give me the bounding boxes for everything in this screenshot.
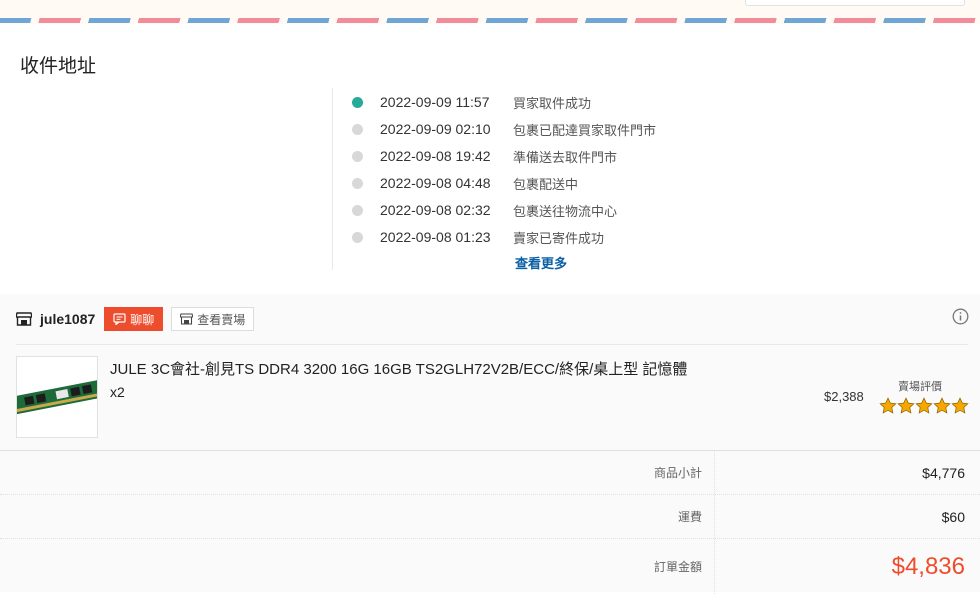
shop-icon [180, 313, 194, 325]
timeline-line [332, 88, 333, 270]
section-title: 收件地址 [20, 55, 97, 77]
total-row: 訂單金額 $4,836 [0, 539, 980, 594]
product-image[interactable] [16, 356, 98, 438]
shop-rating-label[interactable]: 賣場評價 [898, 378, 942, 394]
timeline-time: 2022-09-09 11:57 [380, 94, 490, 110]
timeline-time: 2022-09-09 02:10 [380, 121, 491, 137]
top-strip [0, 0, 980, 24]
star-icon [951, 397, 969, 414]
view-shop-label: 查看賣場 [197, 312, 246, 327]
total-value: $4,836 [891, 552, 965, 580]
timeline-time: 2022-09-08 04:48 [380, 175, 491, 191]
timeline-item: 2022-09-08 01:23 賣家已寄件成功 [352, 227, 604, 247]
shop-divider [16, 344, 968, 345]
timeline-dot [352, 204, 363, 216]
timeline-dot [352, 123, 363, 135]
rating-stars[interactable] [879, 397, 969, 415]
timeline-item: 2022-09-09 02:10 包裹已配達買家取件門市 [352, 119, 656, 139]
timeline-desc: 包裹配送中 [513, 177, 579, 193]
product-price: $2,388 [824, 389, 864, 404]
star-icon [933, 397, 951, 414]
shop-name[interactable]: jule1087 [40, 311, 95, 327]
timeline-item: 2022-09-08 02:32 包裹送往物流中心 [352, 200, 617, 220]
timeline-dot [352, 177, 363, 189]
store-icon [16, 312, 32, 326]
chat-button-label: 聊聊 [130, 312, 155, 327]
shipping-label: 運費 [0, 495, 715, 538]
timeline-desc: 包裹送往物流中心 [513, 204, 618, 220]
timeline-time: 2022-09-08 01:23 [380, 229, 491, 245]
chat-icon [113, 313, 126, 325]
timeline-dot-active [352, 96, 363, 108]
timeline-dot [352, 150, 363, 162]
timeline-desc: 準備送去取件門市 [513, 150, 618, 166]
timeline-desc: 買家取件成功 [513, 96, 592, 112]
timeline-time: 2022-09-08 19:42 [380, 148, 491, 164]
star-icon [897, 397, 915, 414]
top-input-partial[interactable] [745, 0, 965, 6]
total-label: 訂單金額 [0, 539, 715, 594]
subtotal-value: $4,776 [922, 464, 965, 481]
product-name[interactable]: JULE 3C會社-創見TS DDR4 3200 16G 16GB TS2GLH… [110, 358, 790, 379]
shop-header: jule1087 聊聊 查看賣場 [16, 305, 255, 333]
timeline-desc: 賣家已寄件成功 [513, 231, 605, 247]
timeline-item: 2022-09-09 11:57 買家取件成功 [352, 92, 591, 112]
chat-button[interactable]: 聊聊 [104, 307, 164, 331]
timeline-item: 2022-09-08 04:48 包裹配送中 [352, 173, 578, 193]
subtotal-label: 商品小計 [0, 451, 715, 494]
view-shop-button[interactable]: 查看賣場 [171, 307, 255, 331]
timeline-item: 2022-09-08 19:42 準備送去取件門市 [352, 146, 617, 166]
shipping-row: 運費 $60 [0, 495, 980, 539]
subtotal-row: 商品小計 $4,776 [0, 451, 980, 495]
shipping-value: $60 [941, 508, 965, 525]
timeline-dot [352, 231, 363, 243]
product-quantity: x2 [110, 384, 125, 400]
see-more-link[interactable]: 查看更多 [515, 253, 567, 272]
ram-module-image [17, 357, 97, 437]
star-icon [915, 397, 933, 414]
timeline-time: 2022-09-08 02:32 [380, 202, 491, 218]
timeline-desc: 包裹已配達買家取件門市 [513, 123, 657, 139]
star-icon [879, 397, 897, 414]
info-icon[interactable] [952, 308, 969, 325]
order-totals: 商品小計 $4,776 運費 $60 訂單金額 $4,836 [0, 450, 980, 594]
envelope-border [0, 18, 980, 23]
